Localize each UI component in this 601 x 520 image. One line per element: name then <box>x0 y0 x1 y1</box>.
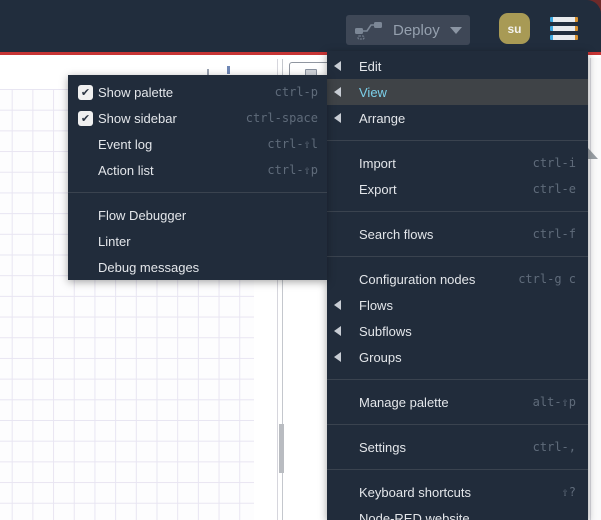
menu-item-shortcut: ctrl-, <box>532 440 576 454</box>
menu-item-shortcut: ⇧? <box>561 485 576 499</box>
menu-item-flows[interactable]: Flows <box>327 292 588 318</box>
menu-item-label: Configuration nodes <box>359 271 476 287</box>
deploy-nodes-icon <box>355 22 382 40</box>
submenu-item-action-list[interactable]: Action list ctrl-⇧p <box>68 157 327 183</box>
submenu-item-event-log[interactable]: Event log ctrl-⇧l <box>68 131 327 157</box>
menu-item-label: Flows <box>359 297 393 313</box>
submenu-item-debug-messages[interactable]: Debug messages <box>68 254 327 280</box>
menu-item-edit[interactable]: Edit <box>327 53 588 79</box>
menu-item-nodered-website[interactable]: Node-RED website <box>327 505 588 520</box>
menu-item-shortcut: alt-⇧p <box>532 395 576 409</box>
menu-item-export[interactable]: Export ctrl-e <box>327 176 588 202</box>
menu-item-label: Node-RED website <box>359 510 470 520</box>
menu-item-subflows[interactable]: Subflows <box>327 318 588 344</box>
menu-separator <box>327 469 588 470</box>
menu-item-keyboard-shortcuts[interactable]: Keyboard shortcuts ⇧? <box>327 479 588 505</box>
submenu-arrow-icon <box>334 87 341 97</box>
menu-item-label: Linter <box>98 233 131 249</box>
sidebar-edge-strip <box>588 58 601 520</box>
menu-separator <box>327 424 588 425</box>
menu-separator <box>327 256 588 257</box>
submenu-item-linter[interactable]: Linter <box>68 228 327 254</box>
menu-separator <box>327 211 588 212</box>
user-avatar[interactable]: su <box>499 13 530 44</box>
menu-item-label: Show sidebar <box>98 110 177 126</box>
menu-item-import[interactable]: Import ctrl-i <box>327 150 588 176</box>
menu-item-groups[interactable]: Groups <box>327 344 588 370</box>
menu-item-shortcut: ctrl-space <box>245 111 318 125</box>
menu-item-label: Arrange <box>359 110 406 126</box>
menu-item-label: Export <box>359 181 397 197</box>
tab-marker-active <box>227 66 230 74</box>
menu-item-view[interactable]: View <box>327 79 588 105</box>
menu-item-search-flows[interactable]: Search flows ctrl-f <box>327 221 588 247</box>
submenu-item-show-palette[interactable]: ✔ Show palette ctrl-p <box>68 79 327 105</box>
menu-item-label: Edit <box>359 58 382 74</box>
menu-item-shortcut: ctrl-e <box>532 182 576 196</box>
submenu-arrow-icon <box>334 352 341 362</box>
submenu-arrow-icon <box>334 61 341 71</box>
deploy-button[interactable]: Deploy <box>346 15 470 45</box>
submenu-item-flow-debugger[interactable]: Flow Debugger <box>68 202 327 228</box>
menu-item-label: Search flows <box>359 226 434 242</box>
hamburger-bar <box>550 17 578 22</box>
submenu-arrow-icon <box>334 326 341 336</box>
sidebar-edge-line <box>590 58 591 520</box>
menu-item-label: Show palette <box>98 84 174 100</box>
menu-item-label: View <box>359 84 387 100</box>
main-menu-hamburger-icon[interactable] <box>550 17 578 40</box>
main-dropdown-menu: Edit View Arrange Import ctrl-i Export c… <box>327 51 588 520</box>
menu-item-label: Debug messages <box>98 259 200 275</box>
menu-item-shortcut: ctrl-⇧l <box>267 137 318 151</box>
menu-item-configuration-nodes[interactable]: Configuration nodes ctrl-g c <box>327 266 588 292</box>
deploy-button-label: Deploy <box>393 21 440 39</box>
menu-item-label: Settings <box>359 439 406 455</box>
sidebar-resize-handle-icon[interactable] <box>588 148 598 159</box>
menu-item-label: Import <box>359 155 396 171</box>
menu-item-shortcut: ctrl-⇧p <box>267 163 318 177</box>
header-bar: Deploy su <box>0 0 601 55</box>
menu-item-label: Event log <box>98 136 153 152</box>
menu-item-label: Action list <box>98 162 154 178</box>
menu-item-label: Flow Debugger <box>98 207 187 223</box>
menu-item-label: Keyboard shortcuts <box>359 484 472 500</box>
menu-item-arrange[interactable]: Arrange <box>327 105 588 131</box>
menu-item-settings[interactable]: Settings ctrl-, <box>327 434 588 460</box>
menu-separator <box>68 192 327 193</box>
view-submenu: ✔ Show palette ctrl-p ✔ Show sidebar ctr… <box>68 75 327 280</box>
menu-separator <box>327 379 588 380</box>
menu-item-shortcut: ctrl-i <box>532 156 576 170</box>
hamburger-bar <box>550 35 578 40</box>
workspace-scrollbar-thumb[interactable] <box>279 424 284 473</box>
menu-separator <box>327 140 588 141</box>
hamburger-bar <box>550 26 578 31</box>
deploy-dropdown-caret-icon[interactable] <box>450 26 462 34</box>
menu-item-manage-palette[interactable]: Manage palette alt-⇧p <box>327 389 588 415</box>
menu-item-shortcut: ctrl-f <box>532 227 576 241</box>
menu-item-shortcut: ctrl-p <box>274 85 318 99</box>
menu-item-shortcut: ctrl-g c <box>518 272 576 286</box>
checkbox-checked-icon[interactable]: ✔ <box>78 84 93 100</box>
checkbox-checked-icon[interactable]: ✔ <box>78 110 93 126</box>
submenu-item-show-sidebar[interactable]: ✔ Show sidebar ctrl-space <box>68 105 327 131</box>
menu-item-label: Subflows <box>359 323 412 339</box>
submenu-arrow-icon <box>334 113 341 123</box>
menu-item-label: Groups <box>359 349 402 365</box>
submenu-arrow-icon <box>334 300 341 310</box>
menu-item-label: Manage palette <box>359 394 449 410</box>
